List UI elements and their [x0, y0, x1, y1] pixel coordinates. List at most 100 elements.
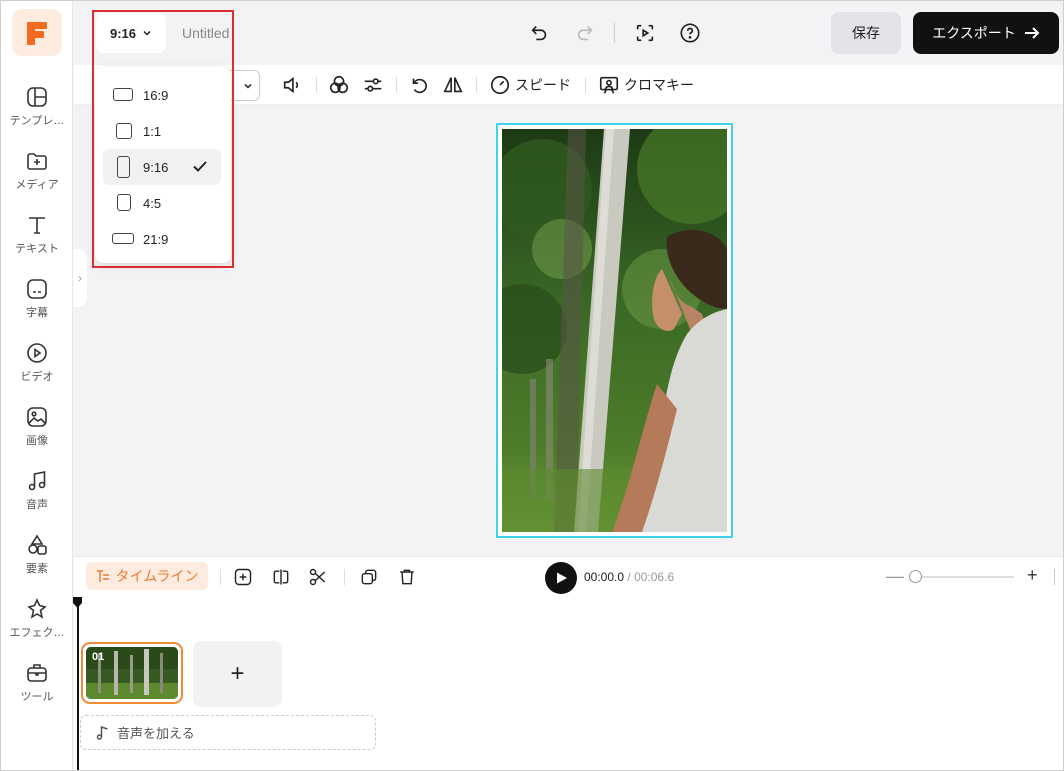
add-clip-button[interactable]: +	[193, 641, 282, 707]
add-track-button[interactable]	[232, 566, 254, 588]
timeline-panel: タイムライン 00:00.0 / 00:06.6 — + 01 + 音声を加える	[73, 556, 1063, 770]
landscape-ratio-icon	[113, 88, 133, 101]
effects-icon	[27, 598, 47, 619]
app-logo[interactable]	[12, 9, 62, 56]
sidebar: テンプレ… メディア テキスト 字幕 ビデオ 画像 音声 要素 エフェク… ツー…	[1, 1, 73, 770]
sidebar-item-audio[interactable]: 音声	[1, 467, 73, 527]
play-icon	[557, 572, 567, 584]
clip-number: 01	[92, 651, 105, 663]
project-name[interactable]: Untitled	[182, 25, 232, 41]
zoom-in-button[interactable]: +	[1027, 565, 1038, 586]
sidebar-item-subtitles[interactable]: 字幕	[1, 275, 73, 335]
flip-icon	[443, 77, 463, 93]
template-icon	[27, 87, 47, 107]
divider	[344, 569, 345, 585]
sidebar-item-templates[interactable]: テンプレ…	[1, 83, 73, 143]
music-note-icon	[96, 725, 108, 740]
export-button[interactable]: エクスポート	[913, 12, 1059, 54]
undo-button[interactable]	[527, 21, 551, 45]
square-ratio-icon	[116, 123, 132, 139]
trash-icon	[400, 569, 414, 585]
scissors-icon	[309, 568, 326, 586]
aspect-option-1-1[interactable]: 1:1	[103, 113, 221, 149]
chroma-key-label: クロマキー	[624, 77, 694, 93]
speed-label: スピード	[515, 77, 571, 93]
music-icon	[28, 471, 46, 491]
sidebar-item-images[interactable]: 画像	[1, 403, 73, 463]
preview-button[interactable]	[633, 21, 657, 45]
zoom-slider-handle[interactable]	[909, 570, 922, 583]
delete-button[interactable]	[396, 566, 418, 588]
subtitle-icon	[27, 279, 47, 299]
sidebar-item-label: 音声	[26, 499, 48, 511]
video-icon	[27, 343, 47, 363]
split-icon	[273, 569, 289, 585]
sidebar-item-text[interactable]: テキスト	[1, 211, 73, 271]
chroma-key-icon	[599, 76, 619, 94]
redo-button[interactable]	[573, 21, 597, 45]
tab-timeline[interactable]: タイムライン	[86, 562, 208, 590]
zoom-out-button[interactable]: —	[886, 566, 904, 587]
sidebar-item-media[interactable]: メディア	[1, 147, 73, 207]
divider	[316, 77, 317, 93]
divider	[220, 569, 221, 585]
cut-button[interactable]	[307, 566, 329, 588]
video-frame[interactable]	[496, 123, 733, 538]
chroma-key-button[interactable]: クロマキー	[598, 73, 694, 97]
playhead-handle[interactable]	[73, 597, 85, 609]
sidebar-collapse-toggle[interactable]: ›	[73, 249, 87, 307]
aspect-option-4-5[interactable]: 4:5	[103, 185, 221, 221]
aspect-option-label: 21:9	[143, 231, 169, 247]
aspect-option-9-16[interactable]: 9:16	[103, 149, 221, 185]
split-button[interactable]	[270, 566, 292, 588]
text-icon	[29, 217, 45, 234]
play-button[interactable]	[545, 562, 577, 594]
sidebar-item-effects[interactable]: エフェク…	[1, 595, 73, 655]
divider	[614, 23, 615, 43]
export-label: エクスポート	[932, 25, 1016, 41]
ultrawide-ratio-icon	[112, 233, 134, 244]
volume-button[interactable]	[281, 73, 303, 97]
aspect-option-16-9[interactable]: 16:9	[103, 77, 221, 113]
aspect-ratio-value: 9:16	[109, 25, 137, 41]
sidebar-item-label: テキスト	[15, 243, 59, 255]
time-display: 00:00.0 / 00:06.6	[584, 570, 674, 584]
toolbox-icon	[27, 664, 47, 682]
save-button[interactable]: 保存	[831, 12, 901, 54]
duplicate-button[interactable]	[358, 566, 380, 588]
divider	[585, 77, 586, 93]
filter-circles-icon	[329, 75, 349, 94]
rotate-button[interactable]	[408, 73, 430, 97]
sidebar-item-video[interactable]: ビデオ	[1, 339, 73, 399]
divider	[1054, 569, 1055, 585]
portrait-4-5-ratio-icon	[117, 194, 131, 211]
aspect-option-label: 9:16	[143, 159, 169, 175]
aspect-ratio-menu: 16:9 1:1 9:16 4:5 21:9	[95, 67, 231, 263]
speed-button[interactable]: スピード	[489, 73, 571, 97]
sidebar-item-label: 字幕	[26, 307, 48, 319]
zoom-slider-track[interactable]	[912, 576, 1014, 578]
filter-button[interactable]	[328, 73, 350, 97]
help-button[interactable]	[678, 21, 702, 45]
flip-button[interactable]	[442, 73, 464, 97]
sidebar-item-elements[interactable]: 要素	[1, 531, 73, 591]
aspect-option-21-9[interactable]: 21:9	[103, 221, 221, 257]
chevron-down-icon	[143, 30, 151, 36]
add-audio-track[interactable]: 音声を加える	[80, 715, 376, 750]
playhead-line[interactable]	[77, 605, 79, 770]
sidebar-item-tools[interactable]: ツール	[1, 659, 73, 719]
video-preview[interactable]	[502, 129, 727, 532]
video-clip[interactable]: 01	[81, 642, 183, 704]
sidebar-item-label: 画像	[26, 435, 48, 447]
add-audio-label: 音声を加える	[117, 726, 195, 741]
chevron-right-icon: ›	[78, 271, 82, 285]
tab-timeline-label: タイムライン	[115, 568, 199, 584]
total-duration: 00:06.6	[634, 570, 675, 584]
chevron-down-icon	[244, 83, 252, 89]
adjust-button[interactable]	[362, 73, 384, 97]
aspect-ratio-button[interactable]: 9:16	[96, 13, 166, 53]
sidebar-item-label: 要素	[26, 563, 48, 575]
portrait-ratio-icon	[117, 156, 130, 178]
shapes-icon	[28, 534, 47, 555]
sidebar-item-label: ビデオ	[20, 371, 54, 383]
